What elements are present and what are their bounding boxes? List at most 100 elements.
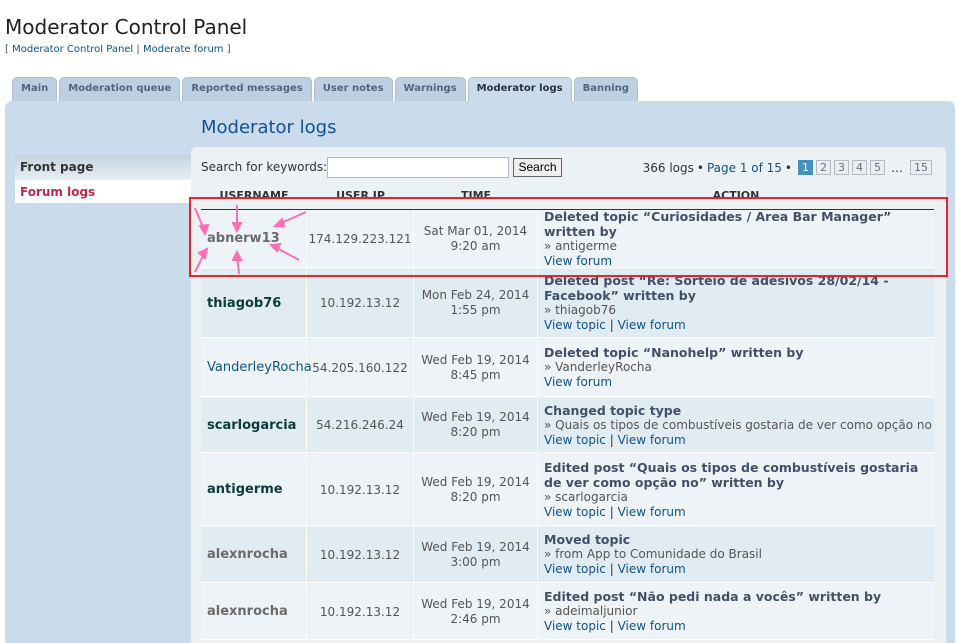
page-title: Moderator Control Panel [5, 15, 248, 39]
row-action: Deleted topic “Nanohelp” written by » Va… [538, 339, 934, 396]
bullet-separator: • [696, 160, 704, 175]
action-subject: » Quais os tipos de combustíveis gostari… [544, 417, 932, 432]
row-action: Moved topic » from App to Comunidade do … [544, 532, 762, 576]
tab-moderation-queue[interactable]: Moderation queue [59, 77, 181, 101]
row-clock: 8:45 pm [450, 367, 501, 382]
row-username[interactable]: scarlogarcia [201, 398, 307, 452]
page-5[interactable]: 5 [870, 160, 885, 175]
action-title: Changed topic type [544, 402, 682, 418]
search-label: Search for keywords: [201, 160, 328, 174]
action-title: Edited post “Não pedi nada a vocês” writ… [544, 589, 882, 604]
page-info-link[interactable]: Page 1 of 15 [707, 161, 782, 175]
row-clock: 2:46 pm [450, 611, 501, 626]
table-row: alexnrocha 10.192.13.12 Wed Feb 19, 2014… [201, 527, 934, 583]
row-date: Wed Feb 19, 2014 [421, 474, 530, 489]
table-row: antigerme 10.192.13.12 Wed Feb 19, 2014 8… [201, 454, 934, 526]
row-username: alexnrocha [201, 584, 307, 639]
row-ip[interactable]: 54.216.246.24 [307, 398, 414, 452]
log-count: 366 logs [642, 160, 694, 175]
row-date: Wed Feb 19, 2014 [421, 410, 530, 424]
table-row: VanderleyRocha 54.205.160.122 Wed Feb 19… [201, 339, 934, 397]
page-3[interactable]: 3 [834, 160, 849, 175]
pagination: 366 logs • Page 1 of 15 • 1 2 3 4 5 … 15 [643, 160, 932, 175]
view-forum-link[interactable]: View forum [544, 375, 612, 389]
page-2[interactable]: 2 [816, 160, 831, 175]
view-forum-link[interactable]: View forum [618, 562, 686, 576]
row-time: Mon Feb 24, 2014 1:55 pm [414, 269, 538, 337]
section-heading: Moderator logs [201, 117, 337, 138]
row-date: Wed Feb 19, 2014 [421, 352, 530, 367]
tab-warnings[interactable]: Warnings [394, 77, 466, 101]
action-title: Deleted topic “Nanohelp” written by [544, 345, 804, 360]
action-title: Deleted post “Re: Sorteio de adesivos 28… [544, 273, 889, 303]
row-username[interactable]: VanderleyRocha [201, 339, 312, 396]
row-clock: 1:55 pm [450, 303, 501, 317]
bullet-separator: • [784, 160, 792, 175]
search-input[interactable] [327, 157, 509, 178]
view-forum-link[interactable]: View forum [618, 433, 686, 447]
view-topic-link[interactable]: View topic [544, 505, 606, 519]
view-forum-link[interactable]: View forum [618, 505, 686, 519]
row-ip[interactable]: 10.192.13.12 [307, 527, 414, 582]
row-clock: 8:20 pm [450, 489, 501, 504]
page-last[interactable]: 15 [910, 160, 932, 175]
action-subject: » thiagob76 [544, 303, 616, 317]
view-forum-link[interactable]: View forum [618, 318, 686, 332]
row-ip[interactable]: 54.205.160.122 [307, 339, 414, 396]
breadcrumb-mcp-link[interactable]: Moderator Control Panel [12, 44, 133, 55]
view-topic-link[interactable]: View topic [544, 619, 606, 633]
table-row: scarlogarcia 54.216.246.24 Wed Feb 19, 2… [201, 398, 934, 453]
tab-moderator-logs[interactable]: Moderator logs [467, 77, 572, 102]
row-time: Wed Feb 19, 2014 8:20 pm [414, 398, 538, 452]
page-1[interactable]: 1 [798, 160, 813, 175]
breadcrumb-open: [ [5, 44, 9, 55]
action-subject: » VanderleyRocha [544, 360, 652, 374]
sidebar-menu: Front page Forum logs [15, 155, 191, 204]
sidebar-heading-front-page[interactable]: Front page [15, 155, 191, 180]
row-username[interactable]: thiagob76 [201, 269, 307, 337]
tab-user-notes[interactable]: User notes [313, 77, 393, 101]
action-title: Edited post “Quais os tipos de combustív… [544, 459, 919, 490]
row-time: Wed Feb 19, 2014 8:20 pm [414, 454, 538, 525]
row-username: alexnrocha [201, 527, 307, 582]
search-button[interactable]: Search [513, 158, 562, 177]
table-row: thiagob76 10.192.13.12 Mon Feb 24, 2014 1… [201, 269, 934, 338]
row-date: Wed Feb 19, 2014 [421, 596, 530, 611]
pagination-ellipsis: … [891, 160, 903, 175]
breadcrumb-close: ] [226, 44, 231, 55]
view-forum-link[interactable]: View forum [618, 619, 686, 633]
highlight-box [189, 197, 948, 277]
row-ip[interactable]: 10.192.13.12 [307, 454, 414, 525]
tab-bar: Main Moderation queue Reported messages … [12, 77, 640, 102]
row-action: Edited post “Não pedi nada a vocês” writ… [544, 589, 882, 633]
action-title: Moved topic [544, 532, 631, 547]
view-topic-link[interactable]: View topic [544, 318, 606, 332]
row-ip[interactable]: 10.192.13.12 [307, 584, 414, 639]
view-topic-link[interactable]: View topic [544, 433, 606, 447]
tab-reported-messages[interactable]: Reported messages [182, 77, 312, 101]
page-4[interactable]: 4 [852, 160, 867, 175]
tab-banning[interactable]: Banning [573, 77, 638, 101]
action-subject: » adeimaljunior [544, 604, 638, 618]
row-date: Mon Feb 24, 2014 [421, 288, 530, 302]
row-action: Deleted post “Re: Sorteio de adesivos 28… [538, 269, 934, 337]
row-clock: 8:20 pm [450, 425, 501, 439]
breadcrumb-moderate-forum-link[interactable]: Moderate forum [143, 44, 224, 55]
breadcrumb: [ Moderator Control Panel | Moderate for… [5, 44, 231, 55]
action-subject: » from App to Comunidade do Brasil [544, 547, 762, 561]
breadcrumb-separator: | [136, 44, 140, 55]
row-ip[interactable]: 10.192.13.12 [307, 269, 414, 337]
table-row: alexnrocha 10.192.13.12 Wed Feb 19, 2014… [201, 584, 934, 640]
row-time: Wed Feb 19, 2014 3:00 pm [414, 527, 538, 582]
action-subject: » scarlogarcia [544, 489, 628, 504]
row-clock: 3:00 pm [450, 554, 501, 569]
tab-main[interactable]: Main [12, 77, 58, 101]
row-date: Wed Feb 19, 2014 [421, 539, 530, 554]
row-action: Edited post “Quais os tipos de combustív… [538, 454, 934, 525]
sidebar-item-forum-logs[interactable]: Forum logs [15, 180, 191, 204]
row-time: Wed Feb 19, 2014 2:46 pm [414, 584, 538, 639]
row-time: Wed Feb 19, 2014 8:45 pm [414, 339, 538, 396]
row-username[interactable]: antigerme [201, 454, 307, 525]
row-action: Changed topic type » Quais os tipos de c… [544, 402, 932, 447]
view-topic-link[interactable]: View topic [544, 562, 606, 576]
